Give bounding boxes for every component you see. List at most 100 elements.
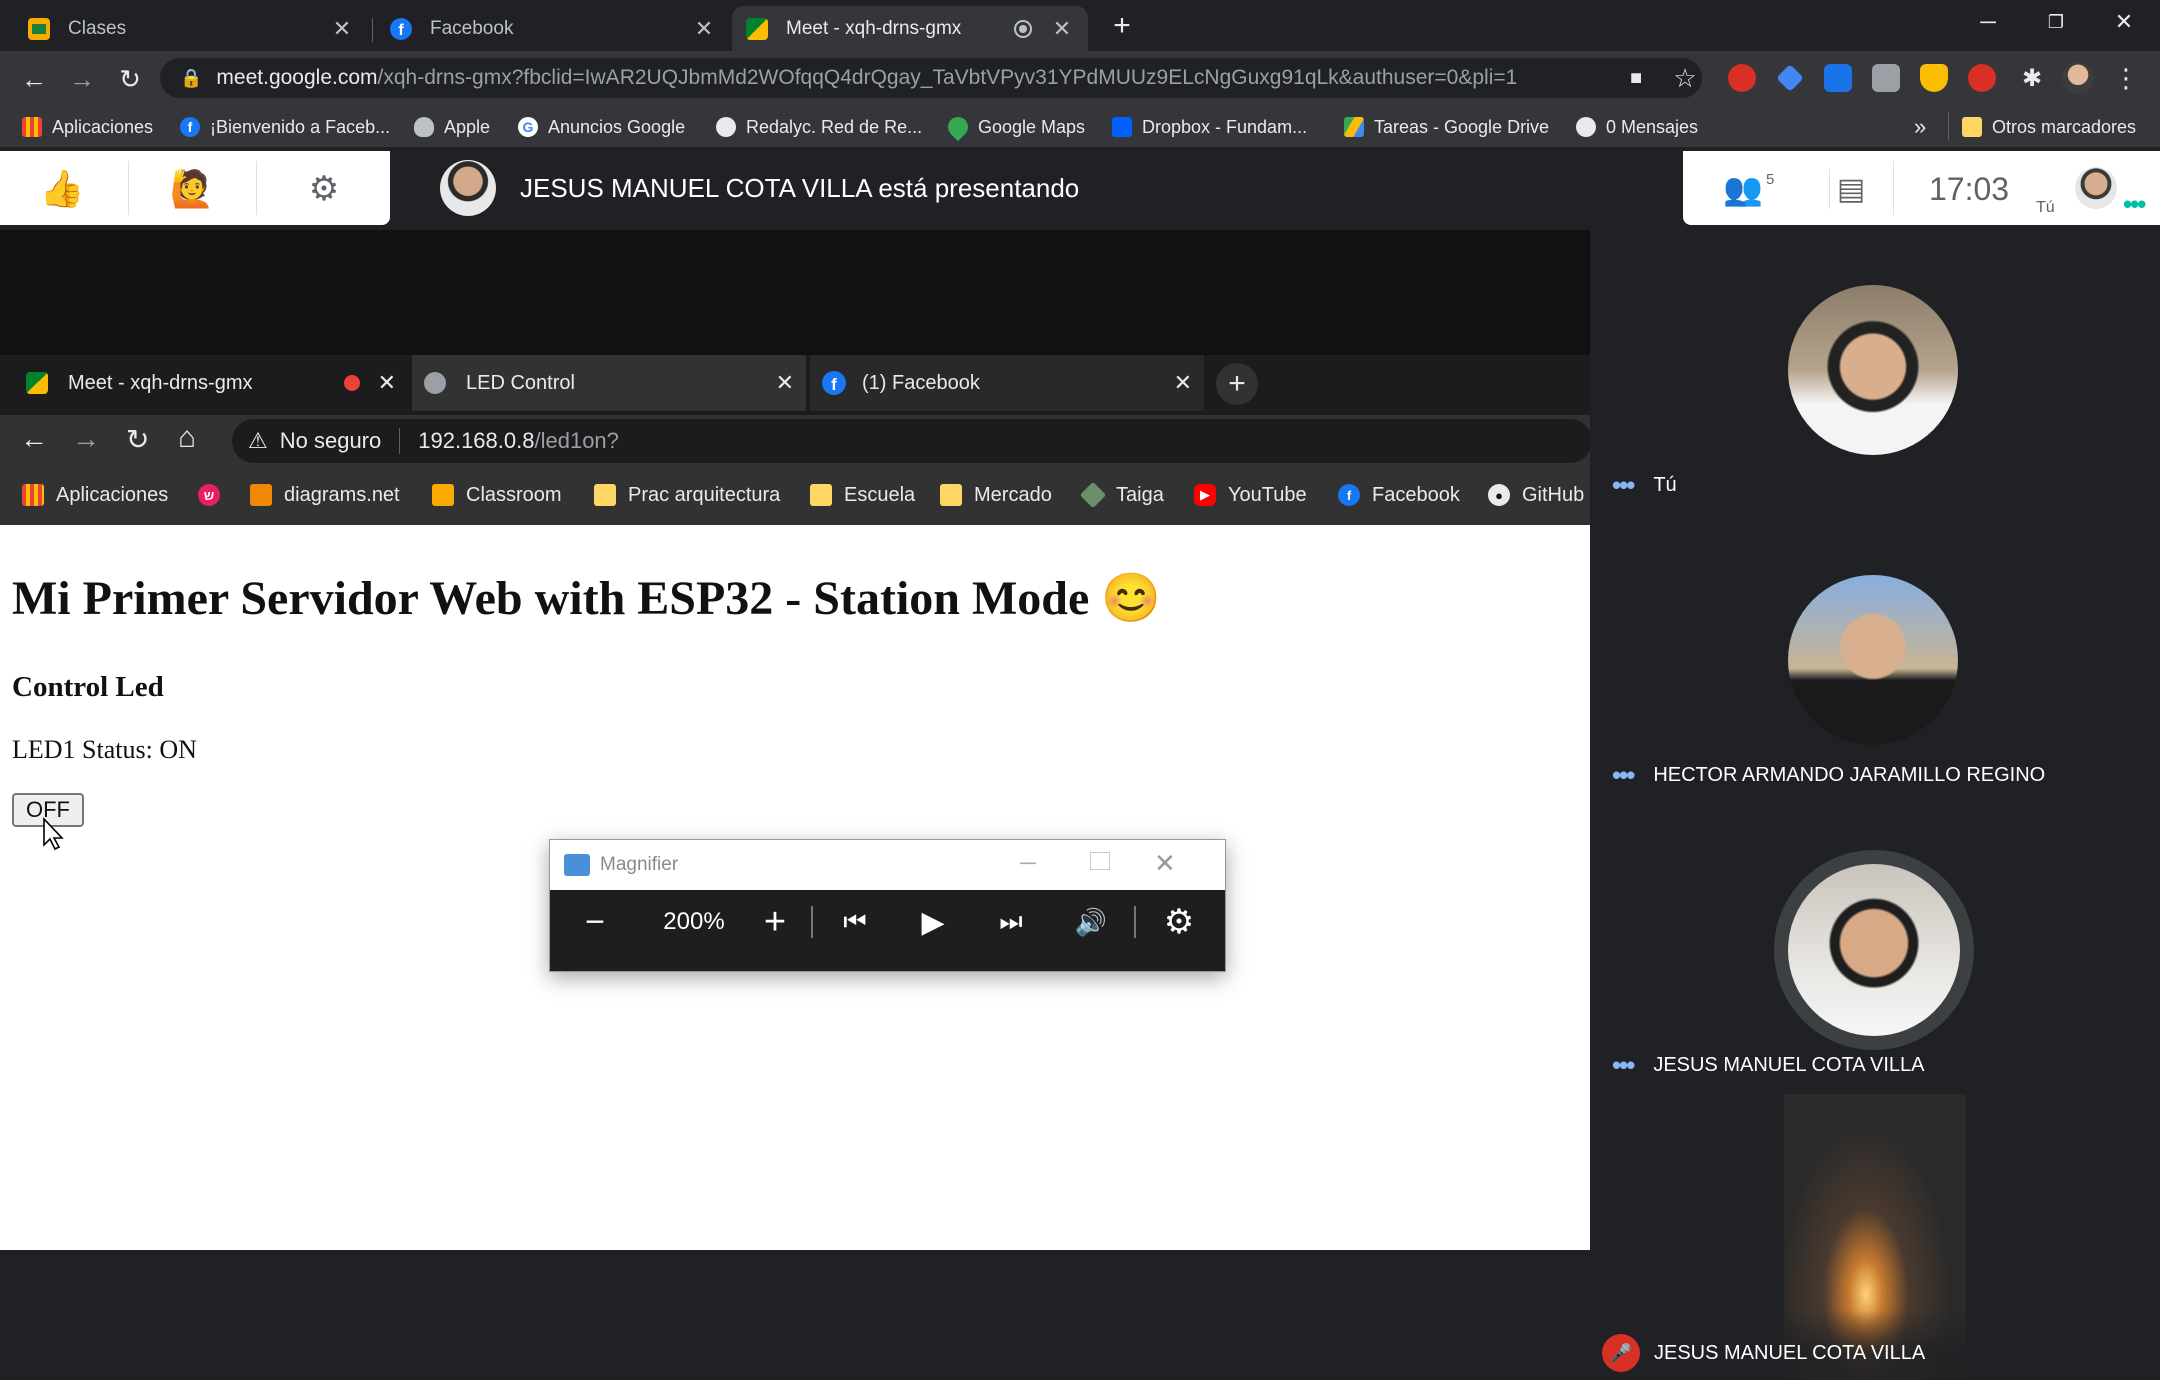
profile-avatar[interactable] (2062, 62, 2094, 94)
diagrams-icon (250, 484, 272, 506)
kebab-menu-icon[interactable]: ⋮ (2112, 60, 2140, 96)
camera-icon[interactable]: ■ (1622, 64, 1650, 92)
participant-name-self: ••• Tú (1612, 470, 1677, 501)
apple-icon (414, 117, 434, 137)
bookmark-google-maps[interactable]: Google Maps (943, 112, 1086, 142)
recording-dot-icon (343, 375, 360, 391)
bookmark-label: GitHub (1522, 483, 1585, 506)
bookmark-label: Dropbox - Fundam... (1142, 116, 1308, 137)
folder-icon (594, 484, 616, 506)
bookmark-aplicaciones[interactable]: Aplicaciones (22, 114, 153, 140)
bookmark-mensajes[interactable]: 0 Mensajes (1576, 114, 1698, 140)
github-icon: ● (1488, 484, 1510, 506)
tab-title: Facebook (430, 17, 514, 39)
facebook-icon: f (1338, 484, 1360, 506)
bookmark-redalyc[interactable]: Redalyc. Red de Re... (716, 114, 922, 140)
bookmark-anuncios-google[interactable]: G Anuncios Google (518, 114, 685, 140)
people-icon[interactable]: 👥 (1719, 169, 1767, 209)
page-subheading: Control Led (12, 671, 164, 703)
close-icon: ✕ (775, 370, 794, 395)
participant-video-self (1788, 285, 1958, 455)
presenting-text: JESUS MANUEL COTA VILLA está presentando (520, 172, 1080, 203)
address-bar[interactable]: 🔒 meet.google.com/xqh-drns-gmx?fbclid=Iw… (160, 58, 1702, 98)
participant-label: HECTOR ARMANDO JARAMILLO REGINO (1653, 764, 2046, 786)
more-options-dots-icon[interactable]: ••• (1612, 760, 1635, 791)
shared-bookmark-youtube: ▶ YouTube (1194, 481, 1307, 509)
overflow-label: » (1914, 114, 1927, 139)
bookmark-google-drive[interactable]: Tareas - Google Drive (1344, 114, 1549, 140)
back-button[interactable]: ← (16, 61, 52, 97)
bookmark-label: Classroom (466, 483, 562, 506)
meet-reactions-card: 👍 🙋 ⚙ (0, 151, 390, 225)
globe-icon (1576, 117, 1596, 137)
more-options-dots-icon[interactable]: ••• (1612, 470, 1635, 501)
home-icon: ⌂ (178, 421, 197, 454)
shared-toolbar: ← → ↻ ⌂ ⚠ No seguro 192.168.0.8/led1on? (0, 415, 1592, 467)
tab-title: Meet - xqh-drns-gmx (786, 17, 962, 39)
thumbs-up-icon[interactable]: 👍 (40, 168, 85, 209)
more-options-dots-icon[interactable]: ••• (2123, 189, 2146, 220)
bookmark-label: diagrams.net (284, 483, 400, 506)
participant-video-hector (1788, 575, 1958, 745)
self-avatar[interactable] (2075, 167, 2117, 209)
extension-adblock-icon[interactable] (1968, 64, 1996, 92)
bookmark-facebook[interactable]: f ¡Bienvenido a Faceb... (180, 114, 390, 140)
bookmark-label: Anuncios Google (548, 116, 686, 137)
extension-grey-icon[interactable] (1872, 64, 1900, 92)
apps-grid-icon (22, 484, 44, 506)
chat-icon[interactable]: ▤ (1827, 169, 1875, 209)
extension-red-hand-icon[interactable] (1728, 64, 1756, 92)
participant-label: JESUS MANUEL COTA VILLA (1654, 1341, 1926, 1364)
url-host: 192.168.0.8 (418, 428, 535, 453)
bookmark-dropbox[interactable]: Dropbox - Fundam... (1112, 114, 1307, 140)
zoom-out-icon: − (585, 902, 605, 941)
globe-icon (716, 117, 736, 137)
zoom-level: 200% (663, 908, 725, 935)
restore-button[interactable]: ❐ (2022, 0, 2090, 44)
mic-off-icon: 🎤 (1602, 1334, 1640, 1372)
bookmark-label: Facebook (1372, 483, 1460, 506)
presenter-avatar (440, 160, 496, 216)
forward-button[interactable]: → (64, 61, 100, 97)
more-options-dots-icon[interactable]: ••• (1612, 1050, 1635, 1081)
extension-book-icon[interactable] (1824, 64, 1852, 92)
extensions-puzzle-icon[interactable]: ✱ (2014, 60, 2050, 96)
extension-thumb-icon[interactable] (1920, 64, 1948, 92)
new-tab-button[interactable]: + (1104, 8, 1140, 44)
presenter-banner: JESUS MANUEL COTA VILLA está presentando (390, 151, 1683, 225)
close-window-button[interactable]: ✕ (2090, 0, 2158, 44)
participant-name-jesus-2: 🎤 JESUS MANUEL COTA VILLA (1602, 1334, 1925, 1372)
minimize-button[interactable]: ─ (1954, 0, 2022, 44)
bookmark-label: Prac arquitectura (628, 483, 781, 506)
raise-hand-icon[interactable]: 🙋 (170, 167, 215, 211)
bookmark-apple[interactable]: Apple (414, 114, 490, 140)
bookmark-label: Google Maps (978, 116, 1086, 137)
bookmark-label: Otros marcadores (1992, 116, 2137, 137)
star-icon[interactable]: ☆ (1667, 60, 1703, 96)
shared-bookmark-facebook: f Facebook (1338, 481, 1460, 509)
close-icon[interactable]: ✕ (692, 16, 716, 42)
skip-forward-icon: ⏭ (999, 906, 1023, 936)
shared-tab-bar: Meet - xqh-drns-gmx ✕ LED Control ✕ f (1… (0, 355, 1590, 415)
reload-button[interactable]: ↻ (112, 61, 148, 97)
folder-icon (940, 484, 962, 506)
shared-bookmark-prac-arquitectura: Prac arquitectura (594, 481, 780, 509)
zoom-in-icon: + (763, 900, 787, 943)
security-label: No seguro (279, 428, 382, 453)
bookmark-label: ¡Bienvenido a Faceb... (210, 116, 391, 137)
settings-gear-icon[interactable]: ⚙ (304, 169, 344, 209)
url-host: meet.google.com (216, 66, 378, 89)
url-path: /xqh-drns-gmx?fbclid=IwAR2UQJbmMd2WOfqqQ… (377, 66, 1518, 89)
shared-bookmark-classroom: Classroom (432, 481, 562, 509)
play-icon: ▶ (921, 905, 945, 939)
browser-tab-facebook[interactable]: f Facebook ✕ (376, 6, 730, 51)
led-status-text: LED1 Status: ON (12, 735, 197, 764)
browser-tab-meet[interactable]: Meet - xqh-drns-gmx ✕ (732, 6, 1088, 51)
close-icon[interactable]: ✕ (1050, 16, 1074, 42)
browser-tab-clases[interactable]: Clases ✕ (14, 6, 368, 51)
other-bookmarks-folder[interactable]: Otros marcadores (1962, 114, 2136, 140)
lock-icon: 🔒 (180, 67, 203, 88)
close-icon[interactable]: ✕ (330, 16, 354, 42)
bookmarks-overflow-button[interactable]: » (1914, 114, 1926, 140)
globe-icon (424, 372, 446, 394)
